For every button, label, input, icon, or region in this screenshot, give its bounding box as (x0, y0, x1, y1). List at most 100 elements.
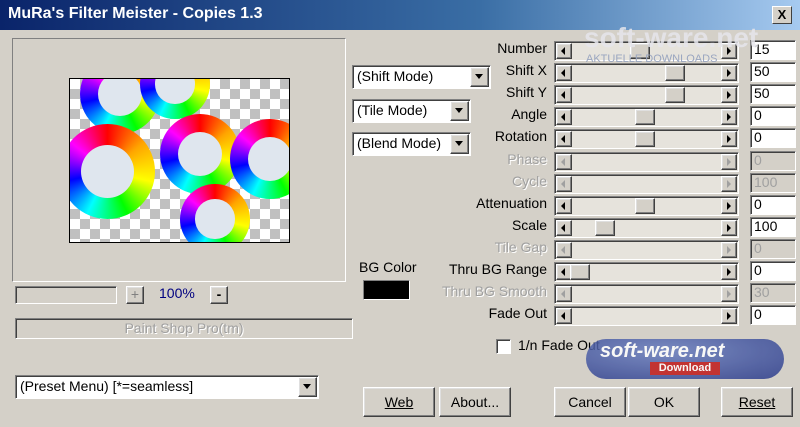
slider-value-field[interactable]: 0 (750, 106, 796, 126)
web-button-label: Web (384, 394, 414, 410)
arrow-left-icon[interactable] (556, 308, 572, 324)
arrow-left-icon[interactable] (556, 87, 572, 103)
slider-thumb[interactable] (635, 109, 655, 125)
arrow-left-icon[interactable] (556, 220, 572, 236)
slider-thumb[interactable] (595, 220, 615, 236)
watermark-logo: soft-ware.net (584, 22, 759, 53)
arrow-right-icon (721, 154, 737, 170)
reset-button-label: Reset (738, 394, 776, 410)
slider-value-field[interactable]: 0 (750, 128, 796, 148)
ok-button[interactable]: OK (628, 387, 700, 417)
arrow-right-icon[interactable] (721, 131, 737, 147)
slider-track[interactable] (554, 85, 739, 105)
zoom-out-button[interactable]: - (210, 286, 228, 304)
watermark-subtitle: AKTUELLE DOWNLOADS (586, 53, 718, 65)
arrow-left-icon[interactable] (556, 131, 572, 147)
arrow-left-icon (556, 286, 572, 302)
slider-value-field[interactable]: 0 (750, 261, 796, 281)
slider-value: 0 (754, 107, 762, 123)
slider-value: 50 (754, 63, 770, 79)
slider-label: Attenuation (476, 195, 547, 211)
slider-label: Angle (511, 106, 547, 122)
arrow-left-icon[interactable] (556, 43, 572, 59)
slider-track (554, 174, 739, 194)
slider-value-field[interactable]: 100 (750, 217, 796, 237)
arrow-right-icon[interactable] (721, 198, 737, 214)
slider-value: 50 (754, 85, 770, 101)
arrow-right-icon (721, 286, 737, 302)
about-button[interactable]: About... (439, 387, 511, 417)
arrow-right-icon[interactable] (721, 87, 737, 103)
slider-value-field: 0 (750, 151, 796, 171)
slider-label: Tile Gap (494, 239, 547, 255)
slider-value-field[interactable]: 0 (750, 195, 796, 215)
about-button-label: About... (450, 394, 500, 410)
zoom-in-button[interactable]: + (126, 286, 144, 304)
arrow-right-icon[interactable] (721, 264, 737, 280)
preset-menu-value: (Preset Menu) [*=seamless] (20, 378, 194, 394)
host-app-label: Paint Shop Pro(tm) (15, 318, 353, 339)
slider-track[interactable] (554, 306, 739, 326)
slider-label: Thru BG Smooth (441, 283, 547, 299)
arrow-right-icon (721, 242, 737, 258)
slider-track (554, 152, 739, 172)
slider-track[interactable] (554, 63, 739, 83)
slider-track[interactable] (554, 129, 739, 149)
slider-thumb[interactable] (635, 131, 655, 147)
slider-label: Rotation (494, 128, 547, 144)
slider-label: Scale (511, 217, 547, 233)
host-app-text: Paint Shop Pro(tm) (124, 320, 244, 336)
slider-value: 0 (754, 129, 762, 145)
arrow-left-icon (556, 242, 572, 258)
slider-label: Shift X (505, 62, 547, 78)
slider-value: 100 (754, 218, 778, 234)
slider-value: 30 (754, 284, 770, 300)
window-title: MuRa's Filter Meister - Copies 1.3 (8, 5, 263, 22)
arrow-right-icon[interactable] (721, 109, 737, 125)
close-button[interactable]: X (772, 6, 792, 24)
arrow-right-icon (721, 176, 737, 192)
slider-value-field[interactable]: 50 (750, 84, 796, 104)
arrow-left-icon (556, 154, 572, 170)
slider-track[interactable] (554, 196, 739, 216)
arrow-left-icon[interactable] (556, 109, 572, 125)
web-button[interactable]: Web (363, 387, 435, 417)
arrow-right-icon[interactable] (721, 308, 737, 324)
cancel-button-label: Cancel (568, 394, 612, 410)
slider-value-field[interactable]: 0 (750, 305, 796, 325)
cancel-button[interactable]: Cancel (554, 387, 626, 417)
preview-scroll-area (15, 286, 117, 304)
slider-label: Shift Y (506, 84, 547, 100)
watermark-badge-download: Download (650, 362, 720, 375)
preview-image[interactable] (69, 78, 290, 243)
slider-value: 100 (754, 174, 778, 190)
slider-value: 0 (754, 240, 762, 256)
slider-track[interactable] (554, 218, 739, 238)
reset-button[interactable]: Reset (721, 387, 793, 417)
slider-value: 0 (754, 262, 762, 278)
slider-value: 0 (754, 152, 762, 168)
preset-menu-select[interactable]: (Preset Menu) [*=seamless] (15, 375, 319, 399)
fade-out-1n-checkbox[interactable] (496, 339, 511, 354)
slider-label: Fade Out (488, 305, 547, 321)
slider-thumb[interactable] (665, 87, 685, 103)
slider-value-field[interactable]: 50 (750, 62, 796, 82)
slider-label: Thru BG Range (448, 261, 547, 277)
arrow-left-icon[interactable] (556, 65, 572, 81)
slider-thumb[interactable] (635, 198, 655, 214)
slider-value: 0 (754, 306, 762, 322)
arrow-left-icon[interactable] (556, 198, 572, 214)
arrow-right-icon[interactable] (721, 220, 737, 236)
zoom-level: 100% (159, 285, 195, 301)
slider-thumb[interactable] (570, 264, 590, 280)
chevron-down-icon[interactable] (298, 377, 317, 397)
slider-value-field: 30 (750, 283, 796, 303)
slider-value: 0 (754, 196, 762, 212)
slider-label: Phase (507, 151, 547, 167)
arrow-right-icon[interactable] (721, 65, 737, 81)
slider-track[interactable] (554, 262, 739, 282)
arrow-left-icon (556, 176, 572, 192)
slider-track[interactable] (554, 107, 739, 127)
slider-track (554, 284, 739, 304)
slider-thumb[interactable] (665, 65, 685, 81)
